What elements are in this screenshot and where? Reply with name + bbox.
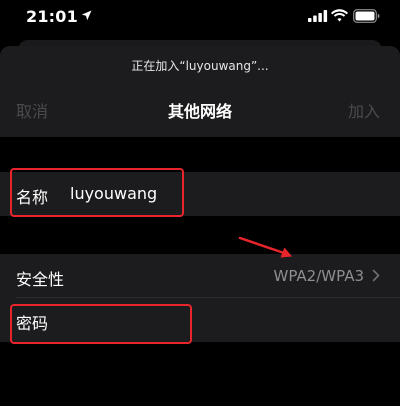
wifi-icon <box>331 9 348 22</box>
join-button[interactable]: 加入 <box>348 98 380 122</box>
password-field-highlight-box <box>10 304 192 344</box>
cellular-signal-icon <box>308 10 328 22</box>
status-time: 21:01 <box>26 7 78 26</box>
security-label: 安全性 <box>16 270 65 289</box>
cancel-button[interactable]: 取消 <box>16 98 48 122</box>
empty-area <box>0 342 400 406</box>
chevron-right-icon <box>372 269 380 282</box>
security-value: WPA2/WPA3 <box>273 267 365 285</box>
security-row[interactable]: 安全性 WPA2/WPA3 <box>0 254 400 298</box>
location-arrow-icon <box>81 10 92 21</box>
status-bar: 21:01 <box>0 0 400 36</box>
annotation-arrow-icon <box>238 236 292 258</box>
other-network-sheet: 正在加入“luyouwang”... 取消 其他网络 加入 名称 luyouwa… <box>0 46 400 406</box>
name-field-highlight-box <box>10 168 184 217</box>
page-title: 其他网络 <box>167 102 232 121</box>
joining-prompt: 正在加入“luyouwang”... <box>131 59 269 73</box>
battery-icon <box>353 9 380 23</box>
phone-screen: 21:01 正在加入“luyouwang”... 取消 其他网络 加入 名称 l… <box>0 0 400 406</box>
